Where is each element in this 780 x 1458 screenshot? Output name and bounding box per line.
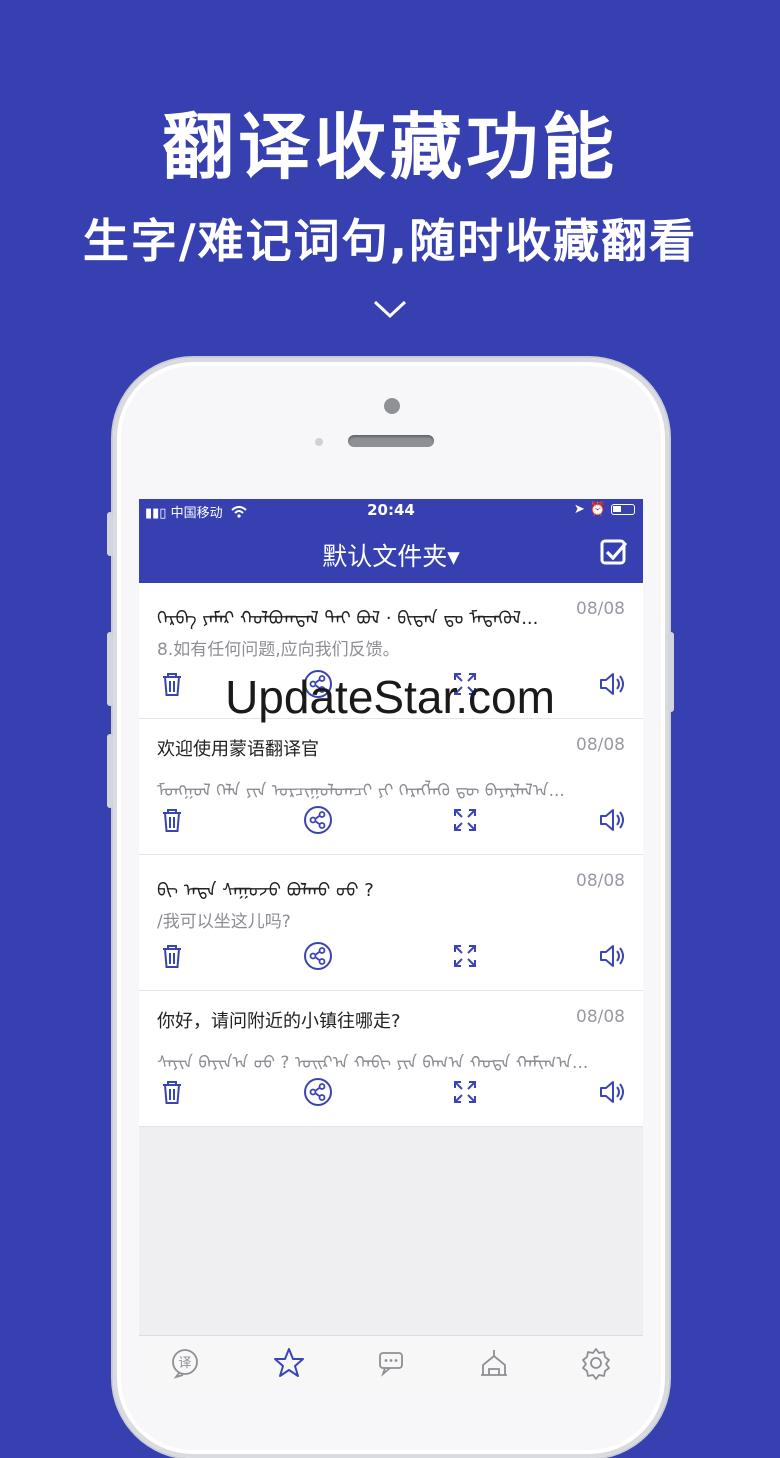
item-translation-text: ᠮᠣᠩᠭᠣᠯ ᠬᠡᠯᠡ ᠶᠢᠨ ᠣᠷᠴᠢᠭᠤᠯᠤᠭᠴᠢ ᠶᠢ ᠬᠡᠷᠡᠭᠯᠡᠬᠦ… — [157, 781, 565, 801]
alarm-icon: ⏰ — [589, 502, 606, 517]
battery-icon — [611, 504, 635, 515]
watermark-text: UpdateStar.com — [225, 671, 555, 723]
item-source-text: 你好，请问附近的小镇往哪走? — [157, 1011, 401, 1032]
speaker-icon[interactable] — [597, 941, 627, 971]
trash-icon[interactable] — [157, 941, 187, 971]
item-date: 08/08 — [576, 735, 625, 755]
item-date: 08/08 — [576, 871, 625, 891]
earpiece-speaker — [348, 435, 434, 447]
list-item[interactable]: 你好，请问附近的小镇往哪走? 08/08 ᠰᠠᠶᠢᠨ ᠪᠠᠶᠢᠨ᠎ᠠ ᠤᠤ ? … — [139, 991, 643, 1127]
proximity-sensor — [315, 438, 323, 446]
status-right: ➤ ⏰ — [574, 502, 635, 517]
front-camera — [384, 398, 400, 414]
expand-icon[interactable] — [450, 1077, 480, 1107]
share-icon[interactable] — [303, 941, 333, 971]
tab-bar: 译 — [139, 1335, 643, 1387]
item-source-text: ᠪᠢ ᠡᠨᠳᠡ ᠰᠠᠭᠤᠵᠤ ᠪᠣᠯᠬᠤ ᠤᠤ ? — [157, 880, 374, 901]
yurt-tab-icon[interactable] — [477, 1346, 511, 1380]
item-actions — [139, 805, 643, 837]
item-actions — [139, 941, 643, 973]
item-source-text: 欢迎使用蒙语翻译官 — [157, 739, 319, 760]
promo-subline: 生字/难记词句,随时收藏翻看 — [82, 214, 698, 268]
item-translation-text: ᠰᠠᠶᠢᠨ ᠪᠠᠶᠢᠨ᠎ᠠ ᠤᠤ ? ᠣᠢᠷ᠎ᠠ ᠬᠠᠪᠢ ᠶᠢᠨ ᠪᠠᠭ᠎ᠠ … — [157, 1053, 589, 1073]
expand-icon[interactable] — [450, 941, 480, 971]
status-bar: ▮▮▯ 中国移动 20:44 ➤ ⏰ — [139, 499, 643, 521]
promo-headline: 翻译收藏功能 — [161, 105, 618, 189]
chevron-down-icon — [373, 300, 407, 319]
phone-mute-switch — [107, 512, 113, 556]
chat-tab-icon[interactable] — [375, 1346, 409, 1380]
share-icon[interactable] — [303, 805, 333, 835]
phone-volume-down — [107, 734, 113, 808]
expand-icon[interactable] — [450, 805, 480, 835]
item-translation-text: 8.如有任何问题,应向我们反馈。 — [157, 640, 400, 660]
checkbox-edit-icon[interactable] — [599, 537, 629, 567]
item-translation-text: /我可以坐这儿吗? — [157, 912, 291, 932]
folder-selector[interactable]: 默认文件夹▾ — [139, 537, 643, 573]
app-screen: ▮▮▯ 中国移动 20:44 ➤ ⏰ 默认文件夹▾ ᠬᠡᠷᠪᠡ ᠶᠠᠮᠠᠷ ᠬᠣ… — [139, 499, 643, 1387]
list-item[interactable]: ᠪᠢ ᠡᠨᠳᠡ ᠰᠠᠭᠤᠵᠤ ᠪᠣᠯᠬᠤ ᠤᠤ ? 08/08 /我可以坐这儿吗… — [139, 855, 643, 991]
item-date: 08/08 — [576, 599, 625, 619]
trash-icon[interactable] — [157, 1077, 187, 1107]
item-source-text: ᠬᠡᠷᠪᠡ ᠶᠠᠮᠠᠷ ᠬᠣᠯᠪᠣᠭᠳᠠᠯ ᠲᠠᠢ ᠪᠣᠯ · ᠪᠢᠳᠡᠨ ᠳᠤ… — [157, 608, 539, 629]
item-actions — [139, 1077, 643, 1109]
item-date: 08/08 — [576, 1007, 625, 1027]
nav-bar: 默认文件夹▾ — [139, 521, 643, 583]
star-tab-icon[interactable] — [272, 1346, 306, 1380]
svg-text:译: 译 — [178, 1356, 191, 1371]
translate-tab-icon[interactable]: 译 — [169, 1346, 203, 1380]
share-icon[interactable] — [303, 1077, 333, 1107]
status-time: 20:44 — [367, 501, 415, 519]
speaker-icon[interactable] — [597, 805, 627, 835]
trash-icon[interactable] — [157, 805, 187, 835]
location-icon: ➤ — [573, 502, 585, 517]
speaker-icon[interactable] — [597, 1077, 627, 1107]
gear-tab-icon[interactable] — [579, 1346, 613, 1380]
favorites-list: ᠬᠡᠷᠪᠡ ᠶᠠᠮᠠᠷ ᠬᠣᠯᠪᠣᠭᠳᠠᠯ ᠲᠠᠢ ᠪᠣᠯ · ᠪᠢᠳᠡᠨ ᠳᠤ… — [139, 583, 643, 1127]
list-item[interactable]: 欢迎使用蒙语翻译官 08/08 ᠮᠣᠩᠭᠣᠯ ᠬᠡᠯᠡ ᠶᠢᠨ ᠣᠷᠴᠢᠭᠤᠯᠤ… — [139, 719, 643, 855]
